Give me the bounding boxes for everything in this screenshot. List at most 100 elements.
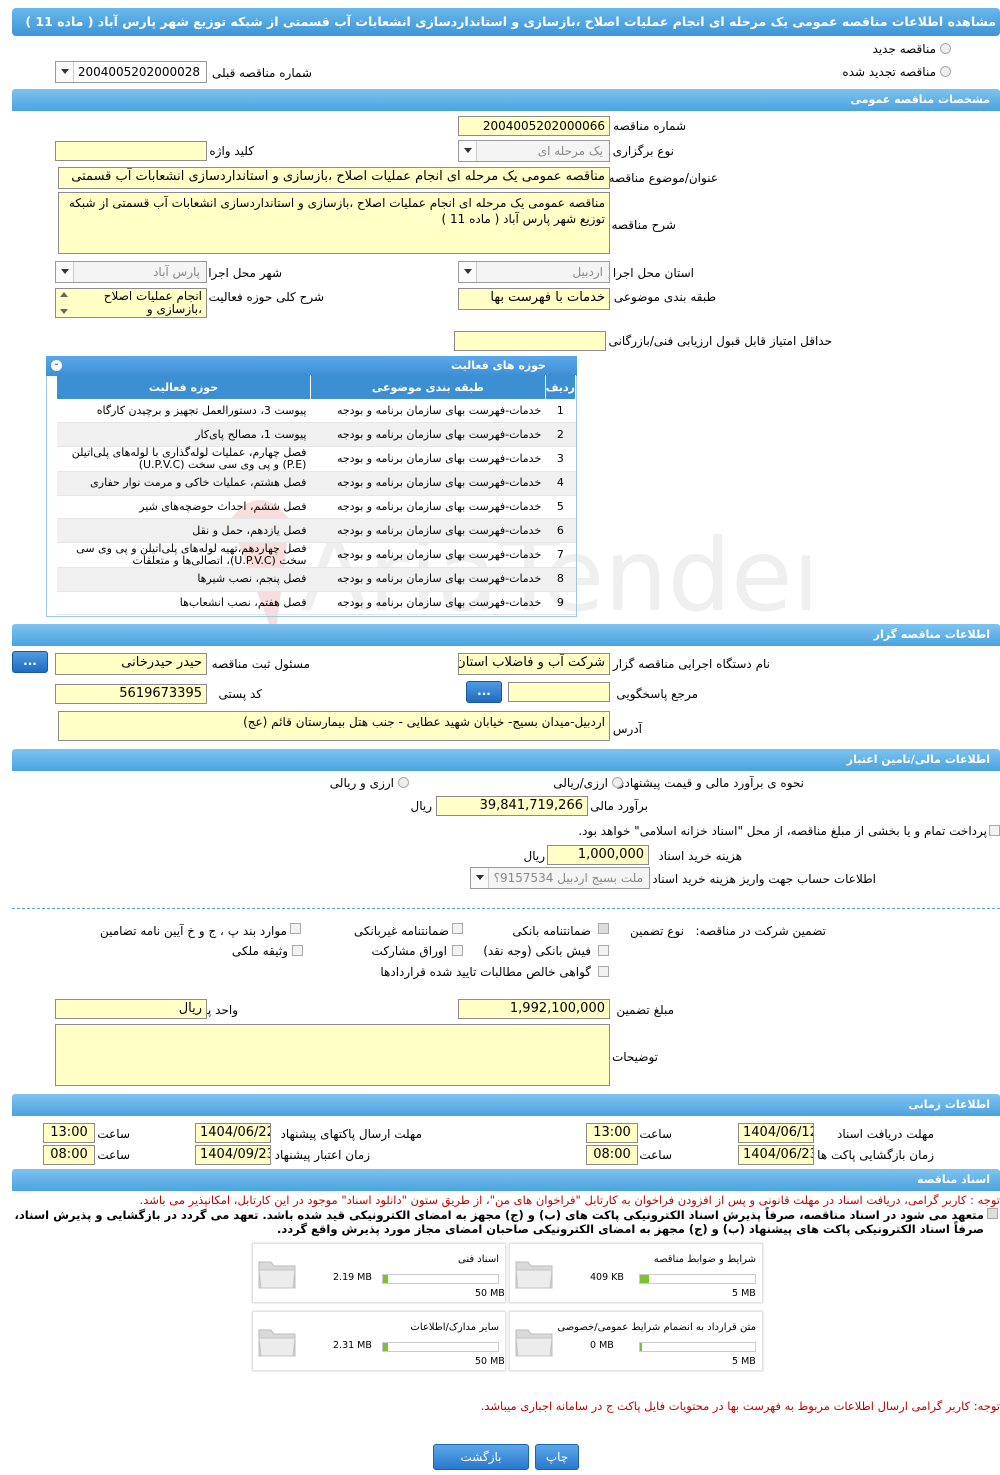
- method-opt1-radio[interactable]: [612, 777, 623, 788]
- method-opt2-radio[interactable]: [398, 777, 409, 788]
- cell-category: خدمات-فهرست بهای سازمان برنامه و بودجه: [310, 591, 546, 616]
- file-box[interactable]: سایر مدارک/اطلاعات 2.31 MB 50 MB: [252, 1311, 506, 1371]
- receive-date-field[interactable]: 1404/06/12: [738, 1123, 814, 1143]
- activities-table: حوزه فعالیت طبقه بندی موضوعی ردیف پیوست …: [57, 375, 577, 616]
- commit-checkbox[interactable]: [987, 1208, 998, 1219]
- cell-row: 8: [545, 567, 576, 592]
- cell-category: خدمات-فهرست بهای سازمان برنامه و بودجه: [310, 542, 546, 568]
- treasury-text: پرداخت تمام و یا بخشی از مبلغ مناقصه، از…: [578, 824, 987, 838]
- commit-line2: صرفاً اسناد الکترونیکی پاکت های پیشنهاد …: [277, 1222, 984, 1236]
- scroll-up-icon[interactable]: [60, 292, 68, 297]
- back-button[interactable]: بازگشت: [433, 1444, 529, 1470]
- send-date-field[interactable]: 1404/06/22: [195, 1123, 271, 1143]
- file-max: 50 MB: [475, 1288, 505, 1299]
- property-label: وثیقه ملکی: [231, 944, 288, 958]
- collapse-icon[interactable]: -: [51, 360, 62, 371]
- receivables-checkbox[interactable]: [598, 966, 609, 977]
- org-name-field[interactable]: شرکت آب و فاضلاب استان: [458, 653, 610, 675]
- cell-category: خدمات-فهرست بهای سازمان برنامه و بودجه: [310, 495, 546, 520]
- renewed-tender-radio[interactable]: [940, 66, 951, 77]
- validity-date-field[interactable]: 1404/09/23: [195, 1145, 271, 1165]
- chevron-down-icon: [459, 262, 477, 282]
- table-row: پیوست 1، مصالح پای‌کار خدمات-فهرست بهای س…: [57, 422, 576, 447]
- send-time-field[interactable]: 13:00: [43, 1123, 95, 1143]
- notes-field[interactable]: [55, 1024, 610, 1086]
- new-tender-radio[interactable]: [940, 43, 951, 54]
- cell-category: خدمات-فهرست بهای سازمان برنامه و بودجه: [310, 399, 546, 424]
- province-select[interactable]: اردبیل: [458, 261, 610, 283]
- ref-lookup-button[interactable]: ...: [466, 681, 502, 703]
- folder-icon: [258, 1329, 296, 1357]
- print-button[interactable]: چاپ: [535, 1444, 579, 1470]
- open-date-field[interactable]: 1404/06/23: [738, 1145, 814, 1165]
- tender-number-field[interactable]: 2004005202000066: [458, 116, 610, 136]
- receive-time-field[interactable]: 13:00: [586, 1123, 638, 1143]
- scope-field[interactable]: انجام عملیات اصلاح ،بازسازی و استانداردس…: [55, 288, 207, 318]
- province-value: اردبیل: [572, 265, 603, 279]
- nonbank-guarantee-checkbox[interactable]: [452, 923, 463, 934]
- category-field[interactable]: خدمات با فهرست بها: [458, 288, 610, 310]
- property-checkbox[interactable]: [292, 945, 303, 956]
- account-select[interactable]: ملت بسیج اردبیل 9157534؟: [470, 867, 650, 889]
- validity-label: زمان اعتبار پیشنهاد: [274, 1148, 370, 1162]
- page-title: مشاهده اطلاعات مناقصه عمومی یک مرحله ای …: [12, 8, 1000, 36]
- file-size: 409 KB: [590, 1272, 624, 1283]
- file-box[interactable]: متن قرارداد به انضمام شرایط عمومی/خصوصی 0…: [509, 1311, 763, 1371]
- file-progress-fill: [640, 1275, 649, 1283]
- subject-label: عنوان/موضوع مناقصه: [608, 171, 718, 185]
- treasury-checkbox[interactable]: [989, 825, 1000, 836]
- ref-field[interactable]: [508, 682, 610, 702]
- file-progress: [639, 1342, 756, 1352]
- cell-category: خدمات-فهرست بهای سازمان برنامه و بودجه: [310, 567, 546, 592]
- estimate-label: برآورد مالی: [590, 799, 648, 813]
- cash-checkbox[interactable]: [598, 945, 609, 956]
- prev-number-select[interactable]: 2004005202000028: [55, 61, 207, 83]
- cell-activity: فصل هفتم، نصب انشعاب‌ها: [57, 591, 311, 616]
- min-score-field[interactable]: [454, 331, 606, 351]
- keyword-field[interactable]: [55, 141, 207, 161]
- price-list-notice: توجه: کاربر گرامی ارسال اطلاعات مربوط به…: [480, 1399, 1000, 1413]
- scope-label: شرح کلی حوزه فعالیت: [208, 290, 325, 304]
- file-box[interactable]: شرایط و ضوابط مناقصه 409 KB 5 MB: [509, 1243, 763, 1303]
- receivables-label: گواهی خالص مطالبات تایید شده قراردادها: [380, 965, 591, 979]
- subject-field[interactable]: مناقصه عمومی یک مرحله ای انجام عملیات اص…: [58, 167, 610, 189]
- officer-lookup-button[interactable]: ...: [12, 651, 48, 673]
- doc-fee-field[interactable]: 1,000,000: [547, 845, 649, 865]
- table-row: فصل یازدهم، حمل و نقل خدمات-فهرست بهای سا…: [57, 518, 576, 543]
- clauses-checkbox[interactable]: [290, 923, 301, 934]
- section-general: مشخصات مناقصه عمومی: [12, 89, 1000, 111]
- city-select[interactable]: پارس آباد: [55, 261, 207, 283]
- postal-field[interactable]: 5619673395: [55, 684, 207, 704]
- renewed-tender-label: مناقصه تجدید شده: [842, 65, 936, 79]
- officer-field[interactable]: حیدر حیدرخانی: [55, 653, 207, 675]
- cell-category: خدمات-فهرست بهای سازمان برنامه و بودجه: [310, 518, 546, 543]
- currency-field[interactable]: ریال: [55, 999, 207, 1019]
- guarantee-amount-field[interactable]: 1,992,100,000: [458, 999, 610, 1019]
- scroll-down-icon[interactable]: [60, 309, 68, 314]
- validity-time-field[interactable]: 08:00: [43, 1145, 95, 1165]
- bonds-checkbox[interactable]: [452, 945, 463, 956]
- description-field[interactable]: مناقصه عمومی یک مرحله ای انجام عملیات اص…: [58, 192, 610, 254]
- file-max: 50 MB: [475, 1356, 505, 1367]
- tender-number-label: شماره مناقصه: [613, 119, 686, 133]
- open-hour-field[interactable]: 08:00: [586, 1145, 638, 1165]
- category-label: طبقه بندی موضوعی: [613, 290, 716, 304]
- bonds-label: اوراق مشارکت: [371, 944, 447, 958]
- new-tender-label: مناقصه جدید: [872, 42, 936, 56]
- notes-label: توضیحات: [611, 1050, 658, 1064]
- cell-activity: فصل پنجم، نصب شیرها: [57, 567, 311, 592]
- estimate-currency: ریال: [410, 799, 432, 813]
- file-box[interactable]: اسناد فنی 2.19 MB 50 MB: [252, 1243, 506, 1303]
- section-documents: اسناد مناقصه: [12, 1169, 1000, 1191]
- ref-label: مرجع پاسخگویی: [616, 687, 698, 701]
- estimate-field[interactable]: 39,841,719,266: [436, 796, 588, 816]
- cell-row: 9: [545, 591, 576, 616]
- bank-guarantee-checkbox[interactable]: [598, 923, 609, 934]
- file-size: 0 MB: [590, 1340, 614, 1351]
- cell-activity: فصل چهارم، عملیات لوله‌گذاری با لوله‌های…: [57, 446, 311, 472]
- address-field[interactable]: اردبیل-میدان بسیج- خیابان شهید عطایی - ج…: [58, 711, 610, 741]
- nonbank-guarantee-label: ضمانتنامه غیربانکی: [353, 924, 449, 938]
- holding-type-select[interactable]: یک مرحله ای: [458, 140, 610, 162]
- cell-category: خدمات-فهرست بهای سازمان برنامه و بودجه: [310, 471, 546, 496]
- file-title: اسناد فنی: [458, 1254, 499, 1265]
